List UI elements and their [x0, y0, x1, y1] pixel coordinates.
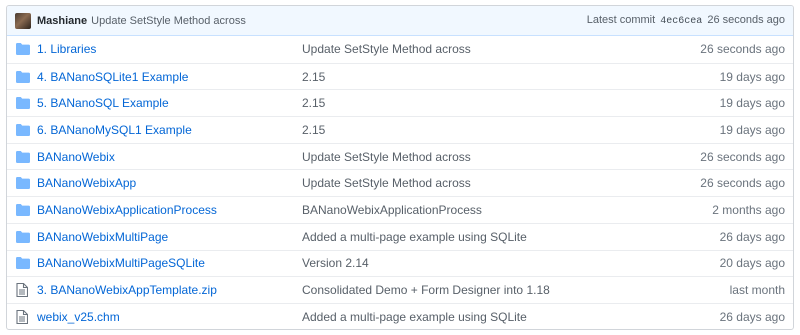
file-commit-age: 19 days ago	[719, 69, 785, 84]
file-browser-panel: Mashiane Update SetStyle Method across L…	[6, 5, 794, 330]
file-commit-age: last month	[729, 283, 785, 298]
file-row: 4. BANanoSQLite1 Example 2.15 19 days ago	[7, 62, 793, 90]
file-name-link[interactable]: 6. BANanoMySQL1 Example	[37, 123, 300, 137]
file-row: 3. BANanoWebixAppTemplate.zip Consolidate…	[7, 276, 793, 303]
file-row: 5. BANanoSQL Example 2.15 19 days ago	[7, 89, 793, 116]
file-row: 1. Libraries Update SetStyle Method acros…	[7, 36, 793, 63]
latest-commit-label: Latest commit	[586, 14, 656, 26]
file-row: BANanoWebixApplicationProcess BANanoWebix…	[7, 196, 793, 223]
file-name-link[interactable]: BANanoWebixMultiPage	[37, 230, 300, 244]
file-name-link[interactable]: BANanoWebixMultiPageSQLite	[37, 256, 300, 270]
commit-message[interactable]: Update SetStyle Method across	[91, 15, 246, 27]
latest-commit-info: Latest commit 4ec6cea 26 seconds ago	[587, 14, 785, 27]
file-commit-age: 2 months ago	[712, 202, 785, 217]
file-commit-age: 26 days ago	[719, 309, 785, 324]
file-name-link[interactable]: 1. Libraries	[37, 42, 300, 56]
avatar[interactable]	[15, 12, 31, 29]
file-commit-message-link[interactable]: Update SetStyle Method across	[300, 42, 700, 56]
file-name-link[interactable]: BANanoWebixApp	[37, 176, 300, 190]
file-commit-message-link[interactable]: 2.15	[300, 70, 720, 84]
file-commit-age: 20 days ago	[719, 256, 785, 271]
file-commit-age: 19 days ago	[719, 96, 785, 111]
file-commit-message-link[interactable]: Consolidated Demo + Form Designer into 1…	[300, 283, 730, 297]
file-name-link[interactable]: 5. BANanoSQL Example	[37, 96, 300, 110]
file-name-link[interactable]: BANanoWebixApplicationProcess	[37, 203, 300, 217]
file-name-link[interactable]: webix_v25.chm	[37, 310, 300, 324]
commit-author[interactable]: Mashiane	[37, 15, 87, 27]
file-commit-message-link[interactable]: Added a multi-page example using SQLite	[300, 230, 720, 244]
file-icon	[16, 309, 32, 324]
file-name-link[interactable]: 3. BANanoWebixAppTemplate.zip	[37, 283, 300, 297]
file-commit-age: 26 seconds ago	[700, 149, 785, 164]
file-row: BANanoWebix Update SetStyle Method across…	[7, 142, 793, 170]
commit-sha[interactable]: 4ec6cea	[660, 16, 702, 27]
file-icon	[16, 283, 32, 298]
file-row: webix_v25.chm Added a multi-page example …	[7, 302, 793, 329]
file-commit-age: 26 seconds ago	[700, 176, 785, 191]
file-commit-message-link[interactable]: BANanoWebixApplicationProcess	[300, 203, 712, 217]
file-list: 1. Libraries Update SetStyle Method acros…	[7, 36, 793, 329]
folder-icon	[16, 123, 32, 136]
file-commit-age: 19 days ago	[719, 122, 785, 137]
file-name-link[interactable]: BANanoWebix	[37, 150, 300, 164]
file-row: 6. BANanoMySQL1 Example 2.15 19 days ago	[7, 116, 793, 143]
file-commit-message-link[interactable]: Update SetStyle Method across	[300, 150, 700, 164]
folder-icon	[16, 177, 32, 190]
file-commit-message-link[interactable]: Version 2.14	[300, 256, 720, 270]
file-row: BANanoWebixMultiPageSQLite Version 2.14 20…	[7, 249, 793, 277]
folder-icon	[16, 257, 32, 270]
file-commit-message-link[interactable]: Added a multi-page example using SQLite	[300, 310, 720, 324]
file-row: BANanoWebixMultiPage Added a multi-page e…	[7, 222, 793, 250]
folder-icon	[16, 43, 32, 56]
folder-icon	[16, 97, 32, 110]
file-row: BANanoWebixApp Update SetStyle Method acr…	[7, 169, 793, 196]
folder-icon	[16, 230, 32, 243]
file-commit-message-link[interactable]: Update SetStyle Method across	[300, 176, 700, 190]
folder-icon	[16, 203, 32, 216]
folder-icon	[16, 70, 32, 83]
file-commit-message-link[interactable]: 2.15	[300, 123, 720, 137]
folder-icon	[16, 150, 32, 163]
file-commit-age: 26 days ago	[719, 229, 785, 244]
file-commit-age: 26 seconds ago	[700, 42, 785, 57]
file-commit-message-link[interactable]: 2.15	[300, 96, 720, 110]
file-name-link[interactable]: 4. BANanoSQLite1 Example	[37, 70, 300, 84]
commit-age: 26 seconds ago	[707, 14, 785, 26]
latest-commit-bar: Mashiane Update SetStyle Method across L…	[7, 6, 793, 36]
